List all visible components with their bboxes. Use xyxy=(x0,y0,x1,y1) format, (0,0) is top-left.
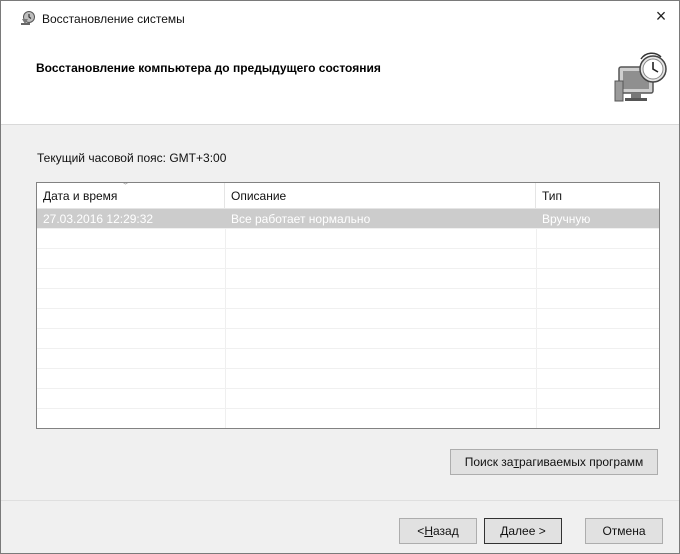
timezone-label: Текущий часовой пояс: GMT+3:00 xyxy=(37,151,227,165)
button-label-part: алее > xyxy=(508,524,546,538)
column-header-type[interactable]: Тип xyxy=(536,183,658,209)
empty-row xyxy=(37,309,659,329)
empty-row xyxy=(37,249,659,269)
button-mnemonic: Н xyxy=(424,524,433,538)
list-header: Дата и время ﹀ Описание Тип xyxy=(37,183,659,209)
empty-row xyxy=(37,329,659,349)
page-heading: Восстановление компьютера до предыдущего… xyxy=(36,61,381,75)
system-restore-icon xyxy=(614,52,667,102)
restore-points-list[interactable]: Дата и время ﹀ Описание Тип 27.03.2016 1… xyxy=(36,182,660,429)
cell-type: Вручную xyxy=(542,212,591,226)
window-title: Восстановление системы xyxy=(42,12,185,26)
scan-affected-programs-button[interactable]: Поиск за т рагиваемых программ xyxy=(450,449,658,475)
button-label-part: < xyxy=(417,524,425,538)
footer-divider xyxy=(1,500,679,501)
column-header-label: Тип xyxy=(542,189,563,203)
button-label-part: азад xyxy=(432,524,459,538)
empty-row xyxy=(37,369,659,389)
system-restore-icon xyxy=(21,11,35,25)
button-label-part: Поиск за xyxy=(464,455,514,469)
button-mnemonic: Д xyxy=(500,524,509,538)
column-header-label: Описание xyxy=(231,189,287,203)
column-header-description[interactable]: Описание xyxy=(225,183,536,209)
cell-datetime: 27.03.2016 12:29:32 xyxy=(43,212,154,226)
table-row[interactable]: 27.03.2016 12:29:32 Все работает нормаль… xyxy=(37,209,659,229)
empty-row xyxy=(37,409,659,428)
dialog-header: Восстановление системы × Восстановление … xyxy=(1,1,679,125)
button-label-part: рагиваемых программ xyxy=(518,455,644,469)
empty-row xyxy=(37,349,659,369)
column-header-datetime[interactable]: Дата и время ﹀ xyxy=(37,183,225,209)
empty-row xyxy=(37,389,659,409)
system-restore-window: Восстановление системы × Восстановление … xyxy=(0,0,680,554)
cell-description: Все работает нормально xyxy=(231,212,371,226)
empty-row xyxy=(37,229,659,249)
button-label: Отмена xyxy=(602,524,646,538)
empty-row xyxy=(37,269,659,289)
close-icon: × xyxy=(655,5,667,26)
back-button[interactable]: < Назад xyxy=(399,518,477,544)
column-header-label: Дата и время xyxy=(43,189,118,203)
close-button[interactable]: × xyxy=(643,1,679,31)
sort-chevron-icon: ﹀ xyxy=(121,182,131,191)
empty-row xyxy=(37,289,659,309)
next-button[interactable]: Далее > xyxy=(484,518,562,544)
cancel-button[interactable]: Отмена xyxy=(585,518,663,544)
